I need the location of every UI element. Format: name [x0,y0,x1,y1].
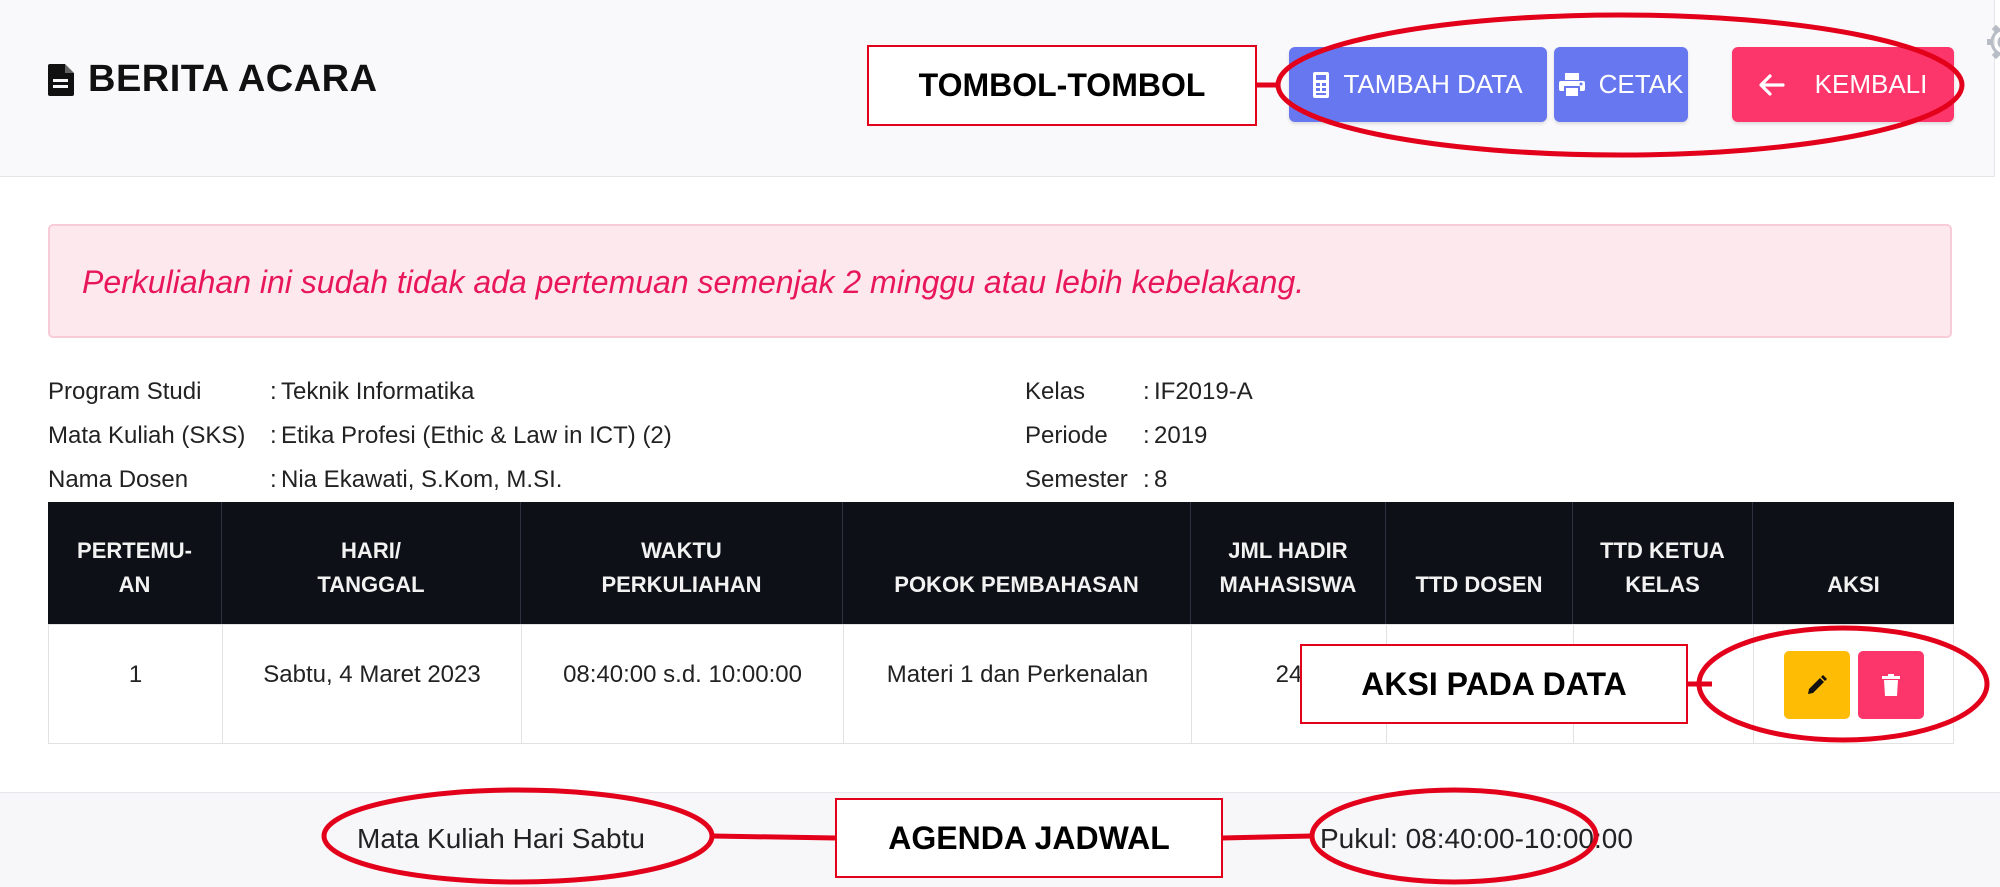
td-pertemuan: 1 [49,625,223,743]
delete-button[interactable] [1858,651,1924,719]
info-separator: : [270,466,277,493]
edit-button[interactable] [1784,651,1850,719]
cetak-button[interactable]: CETAK [1554,47,1688,122]
th-jml-hadir: JML HADIR MAHASISWA [1191,502,1386,624]
th-ttd-ketua: TTD KETUA KELAS [1573,502,1753,624]
page-title: BERITA ACARA [48,58,378,101]
th-waktu: WAKTU PERKULIAHAN [521,502,843,624]
info-separator: : [270,378,277,405]
info-value: Nia Ekawati, S.Kom, M.SI. [281,466,563,493]
info-mata-kuliah: Mata Kuliah (SKS) : Etika Profesi (Ethic… [48,422,948,452]
info-value: Etika Profesi (Ethic & Law in ICT) (2) [281,422,672,449]
kembali-button[interactable]: KEMBALI [1732,47,1954,122]
document-icon [48,63,74,96]
info-separator: : [1143,466,1150,493]
info-label: Program Studi [48,378,202,405]
th-ttd-dosen: TTD DOSEN [1386,502,1573,624]
info-label: Kelas [1025,378,1086,405]
th-pokok-pembahasan: POKOK PEMBAHASAN [843,502,1191,624]
trash-icon [1882,674,1900,696]
info-label: Periode [1025,422,1108,449]
th-aksi: AKSI [1827,572,1880,597]
td-waktu: 08:40:00 s.d. 10:00:00 [522,625,844,743]
gear-icon[interactable] [1985,22,2000,62]
info-nama-dosen: Nama Dosen : Nia Ekawati, S.Kom, M.SI. [48,466,948,496]
th-pertemuan: PERTEMU- AN [48,502,222,624]
printer-icon [1558,72,1585,97]
tambah-data-label: TAMBAH DATA [1343,69,1523,99]
info-kelas: Kelas : IF2019-A [1025,378,1525,408]
info-semester: Semester : 8 [1025,466,1525,496]
info-separator: : [1143,422,1150,449]
info-separator: : [1143,378,1150,405]
info-label: Mata Kuliah (SKS) [48,422,246,449]
info-separator: : [270,422,277,449]
calculator-icon [1313,71,1330,98]
info-value: 2019 [1154,422,1208,449]
td-hari-tanggal: Sabtu, 4 Maret 2023 [223,625,522,743]
cetak-label: CETAK [1598,69,1684,99]
info-label: Nama Dosen [48,466,189,493]
table-header: PERTEMU- AN HARI/ TANGGAL WAKTU PERKULIA… [48,502,1954,624]
page-title-text: BERITA ACARA [88,58,378,100]
tambah-data-button[interactable]: TAMBAH DATA [1289,47,1547,122]
th-hari-tanggal: HARI/ TANGGAL [222,502,521,624]
info-value: IF2019-A [1154,378,1253,405]
info-value: 8 [1154,466,1168,493]
alert-message: Perkuliahan ini sudah tidak ada pertemua… [82,264,1305,300]
agenda-day-text: Mata Kuliah Hari Sabtu [357,823,645,854]
annotation-aksi: AKSI PADA DATA [1300,644,1688,724]
agenda-time-text: Pukul: 08:40:00-10:00:00 [1320,823,1633,854]
annotation-tombol: TOMBOL-TOMBOL [867,45,1257,126]
info-label: Semester [1025,466,1128,493]
info-value: Teknik Informatika [281,378,475,405]
annotation-agenda: AGENDA JADWAL [835,798,1223,878]
info-periode: Periode : 2019 [1025,422,1525,452]
td-pokok-pembahasan: Materi 1 dan Perkenalan [844,625,1192,743]
info-program-studi: Program Studi : Teknik Informatika [48,378,948,408]
arrow-left-icon [1759,73,1785,96]
pencil-icon [1808,675,1827,694]
warning-alert: Perkuliahan ini sudah tidak ada pertemua… [48,224,1952,338]
kembali-label: KEMBALI [1814,69,1928,99]
